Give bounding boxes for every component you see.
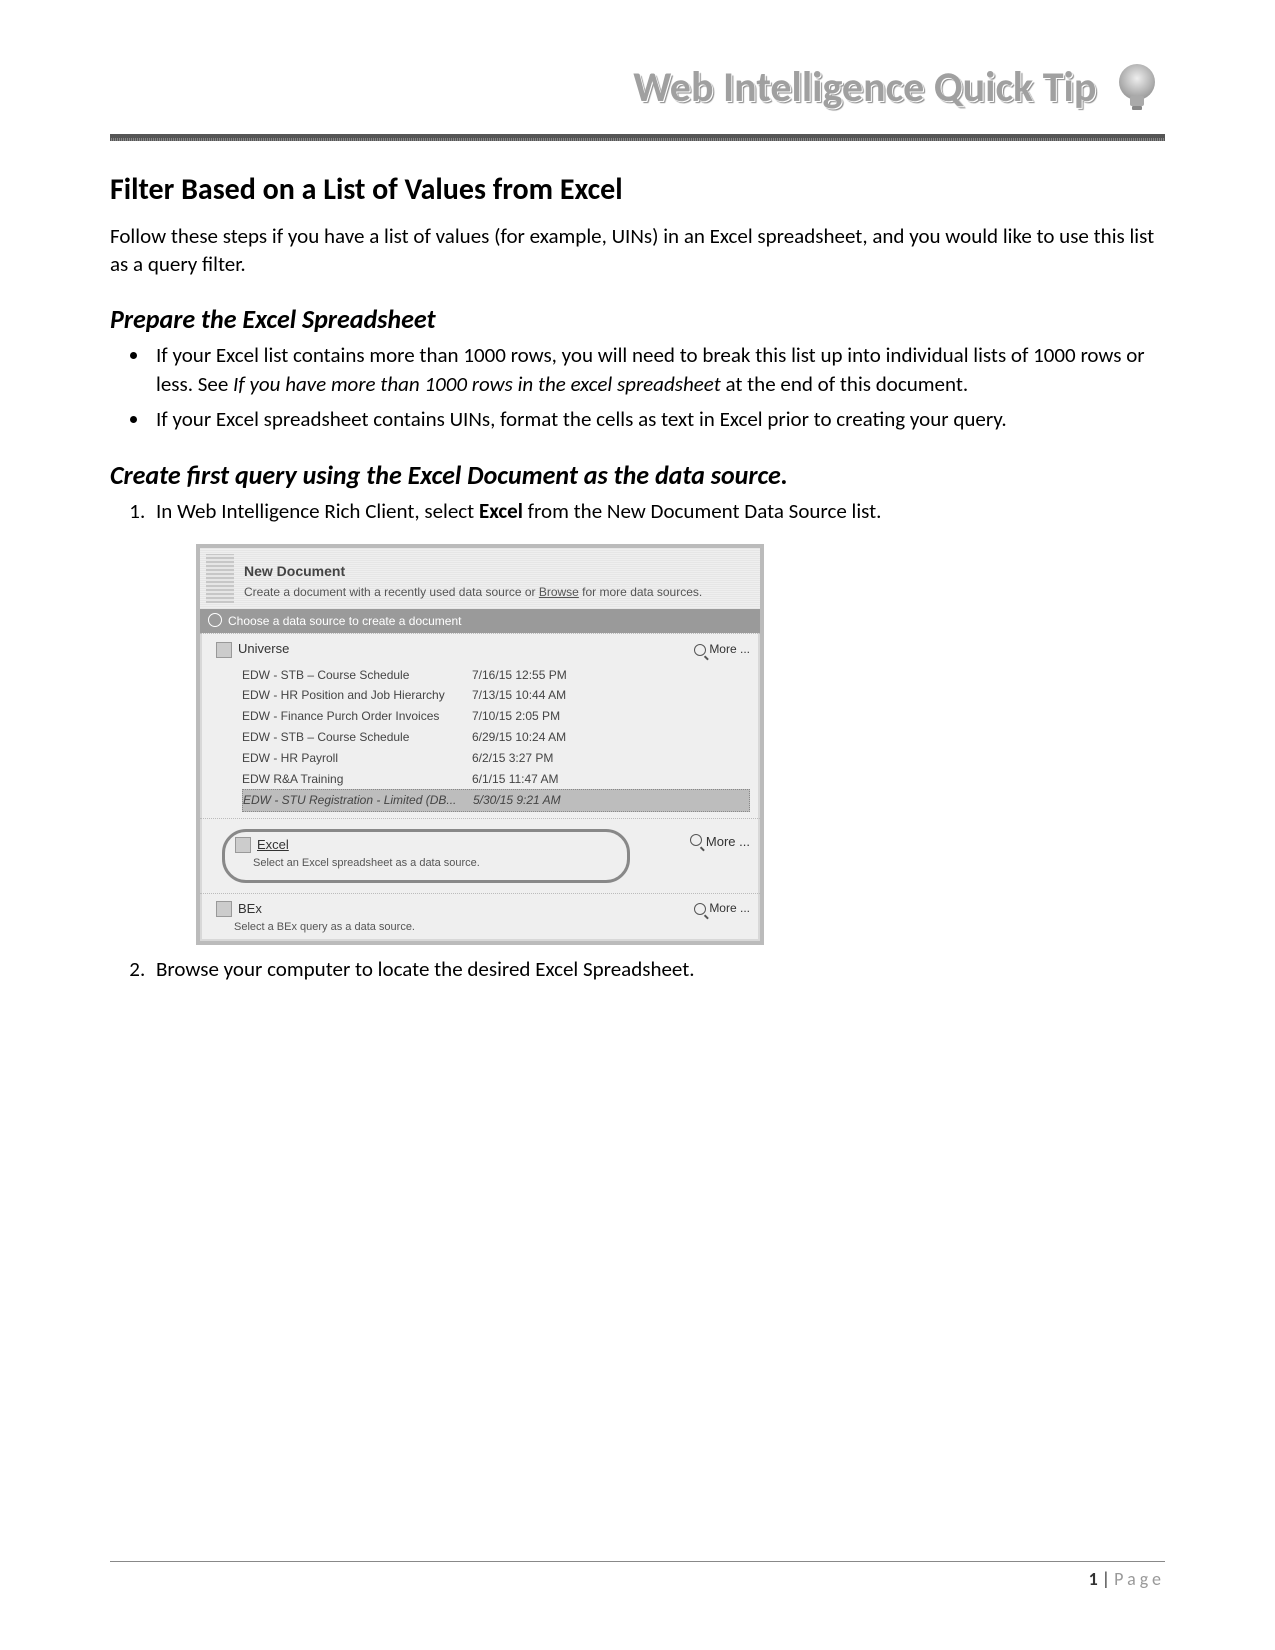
excel-icon bbox=[235, 837, 251, 853]
bex-more-link[interactable]: More ... bbox=[694, 900, 750, 917]
universe-name: EDW - HR Payroll bbox=[242, 750, 472, 767]
bullet-2: If your Excel spreadsheet contains UINs,… bbox=[150, 405, 1165, 434]
universe-more-link[interactable]: More ... bbox=[694, 641, 750, 658]
universe-name: EDW R&A Training bbox=[242, 771, 472, 788]
list-item-selected[interactable]: EDW - STU Registration - Limited (DB...5… bbox=[242, 789, 750, 812]
bex-icon bbox=[216, 901, 232, 917]
list-item[interactable]: EDW R&A Training6/1/15 11:47 AM bbox=[242, 769, 750, 790]
search-icon bbox=[690, 834, 702, 846]
bullet-1: If your Excel list contains more than 10… bbox=[150, 341, 1165, 400]
page-title: Filter Based on a List of Values from Ex… bbox=[110, 171, 1165, 208]
list-item[interactable]: EDW - HR Payroll6/2/15 3:27 PM bbox=[242, 748, 750, 769]
intro-paragraph: Follow these steps if you have a list of… bbox=[110, 222, 1165, 279]
universe-name: EDW - STU Registration - Limited (DB... bbox=[243, 792, 473, 809]
excel-more-link[interactable]: More ... bbox=[690, 833, 750, 851]
source-universe[interactable]: Universe More ... EDW - STB – Course Sch… bbox=[200, 633, 760, 818]
universe-date: 6/1/15 11:47 AM bbox=[472, 771, 612, 788]
source-bex[interactable]: BEx More ... Select a BEx query as a dat… bbox=[200, 893, 760, 942]
list-item[interactable]: EDW - STB – Course Schedule7/16/15 12:55… bbox=[242, 665, 750, 686]
excel-sub: Select an Excel spreadsheet as a data so… bbox=[253, 856, 611, 871]
bex-sub: Select a BEx query as a data source. bbox=[234, 920, 750, 935]
universe-date: 6/29/15 10:24 AM bbox=[472, 729, 612, 746]
search-icon bbox=[694, 903, 706, 915]
excel-callout: Excel Select an Excel spreadsheet as a d… bbox=[222, 829, 630, 883]
choose-data-source-bar: Choose a data source to create a documen… bbox=[200, 609, 760, 634]
universe-date: 6/2/15 3:27 PM bbox=[472, 750, 612, 767]
source-excel[interactable]: Excel Select an Excel spreadsheet as a d… bbox=[200, 818, 760, 893]
universe-date: 5/30/15 9:21 AM bbox=[473, 792, 613, 809]
dialog-header: New Document Create a document with a re… bbox=[200, 548, 760, 608]
universe-date: 7/16/15 12:55 PM bbox=[472, 667, 612, 684]
section-prepare-heading: Prepare the Excel Spreadsheet bbox=[110, 303, 1165, 335]
page-footer: 1 | Page bbox=[110, 1561, 1165, 1590]
create-steps: In Web Intelligence Rich Client, select … bbox=[110, 497, 1165, 985]
dialog-title: New Document bbox=[244, 562, 746, 582]
universe-name: EDW - Finance Purch Order Invoices bbox=[242, 708, 472, 725]
header-title: Web Intelligence Quick Tip bbox=[633, 62, 1096, 113]
page-header: Web Intelligence Quick Tip bbox=[110, 60, 1165, 130]
universe-date: 7/13/15 10:44 AM bbox=[472, 687, 612, 704]
universe-name: EDW - STB – Course Schedule bbox=[242, 667, 472, 684]
dialog-subtitle: Create a document with a recently used d… bbox=[244, 584, 746, 601]
step-1: In Web Intelligence Rich Client, select … bbox=[150, 497, 1165, 946]
footer-page-word: Page bbox=[1114, 1568, 1165, 1590]
list-item[interactable]: EDW - STB – Course Schedule6/29/15 10:24… bbox=[242, 727, 750, 748]
universe-date: 7/10/15 2:05 PM bbox=[472, 708, 612, 725]
universe-icon bbox=[216, 642, 232, 658]
universe-name: EDW - STB – Course Schedule bbox=[242, 729, 472, 746]
lightbulb-icon bbox=[1110, 60, 1165, 115]
footer-page-number: 1 bbox=[1089, 1568, 1098, 1590]
browse-link[interactable]: Browse bbox=[539, 585, 579, 599]
universe-recent-list: EDW - STB – Course Schedule7/16/15 12:55… bbox=[242, 665, 750, 813]
search-icon bbox=[694, 644, 706, 656]
drag-handle-icon bbox=[206, 554, 234, 602]
universe-label: Universe bbox=[238, 640, 289, 658]
list-item[interactable]: EDW - HR Position and Job Hierarchy7/13/… bbox=[242, 685, 750, 706]
new-document-dialog: New Document Create a document with a re… bbox=[196, 544, 764, 945]
bex-label: BEx bbox=[238, 900, 262, 918]
prepare-bullets: If your Excel list contains more than 10… bbox=[110, 341, 1165, 435]
excel-label: Excel bbox=[257, 836, 289, 854]
list-item[interactable]: EDW - Finance Purch Order Invoices7/10/1… bbox=[242, 706, 750, 727]
section-create-heading: Create first query using the Excel Docum… bbox=[110, 459, 1165, 491]
universe-name: EDW - HR Position and Job Hierarchy bbox=[242, 687, 472, 704]
step-2: Browse your computer to locate the desir… bbox=[150, 955, 1165, 984]
header-rule bbox=[110, 134, 1165, 141]
